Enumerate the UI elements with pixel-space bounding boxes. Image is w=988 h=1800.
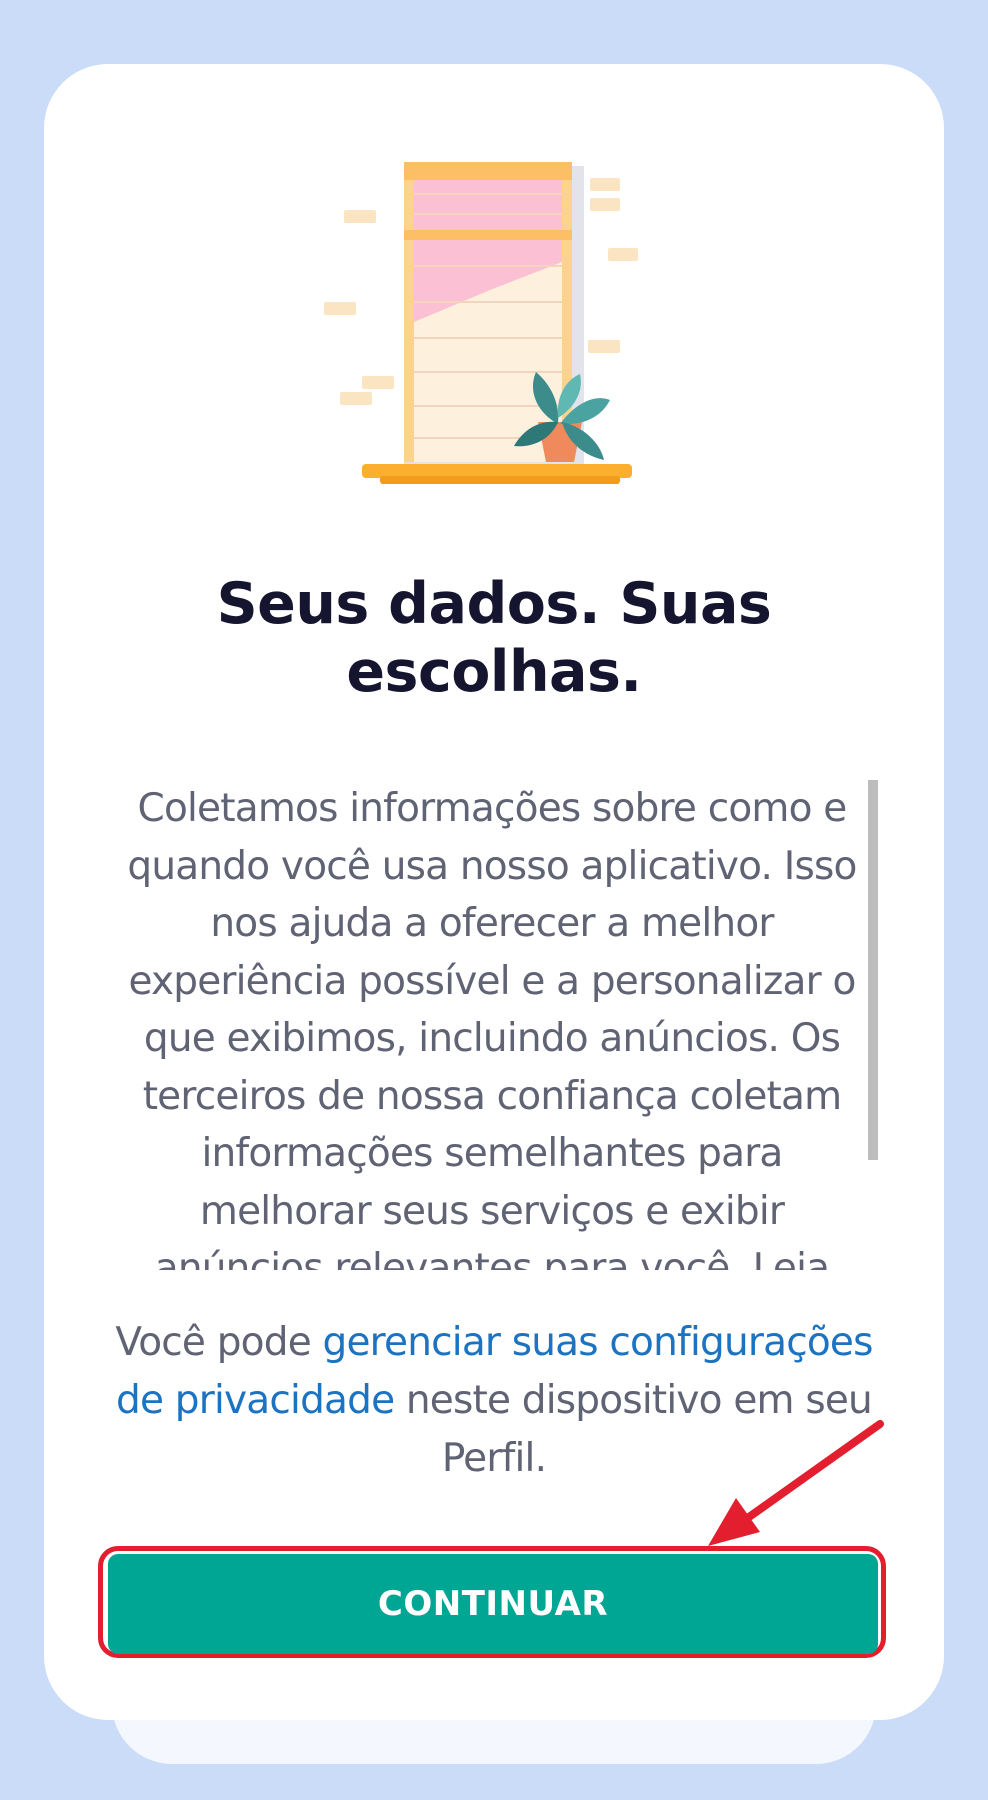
scrollbar[interactable] (868, 780, 878, 1160)
continue-button[interactable]: CONTINUAR (108, 1554, 878, 1654)
arrow-annotation (708, 1420, 884, 1546)
privacy-body-text: Coletamos informações sobre como e quand… (127, 786, 857, 1270)
settings-note-prefix: Você pode (115, 1320, 323, 1365)
page-title: Seus dados. Suas escolhas. (216, 571, 772, 705)
window-illustration (324, 162, 638, 484)
privacy-text-scroll[interactable]: Coletamos informações sobre como e quand… (112, 780, 876, 1270)
